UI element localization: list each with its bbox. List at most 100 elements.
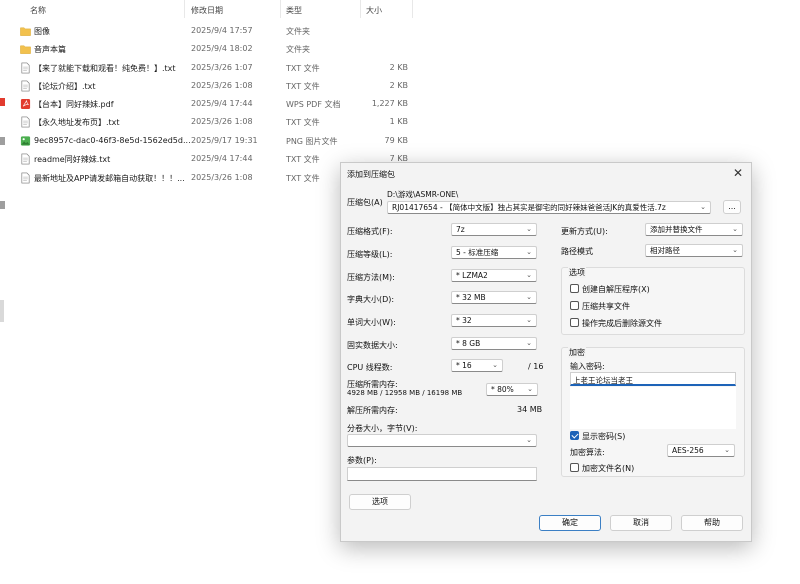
list-item[interactable]: 【台本】同好辣妹.pdf 2025/9/4 17:44 WPS PDF 文档 1… xyxy=(12,95,432,113)
params-input[interactable] xyxy=(347,467,537,481)
archive-name-combo[interactable]: RJ01417654 - 【简体中文版】独占其实是御宅的同好辣妹爸爸活JK的真爱… xyxy=(387,201,711,214)
method-select[interactable]: * LZMA2 ⌄ xyxy=(451,269,537,282)
column-divider[interactable] xyxy=(280,0,281,18)
chevron-down-icon: ⌄ xyxy=(526,271,532,279)
list-item[interactable]: 图像 2025/9/4 17:57 文件夹 xyxy=(12,22,432,40)
file-size: 1 KB xyxy=(389,117,408,126)
file-name: readme同好辣妹.txt xyxy=(34,155,111,164)
chevron-down-icon: ⌄ xyxy=(526,225,532,233)
encrypt-names-checkbox[interactable] xyxy=(570,463,579,472)
help-button[interactable]: 帮助 xyxy=(681,515,743,531)
mem-percent-select[interactable]: * 80% ⌄ xyxy=(486,383,538,396)
list-item[interactable]: 【论坛介绍】.txt 2025/3/26 1:08 TXT 文件 2 KB xyxy=(12,77,432,95)
nav-pane-scrollbar[interactable] xyxy=(0,300,4,322)
chevron-down-icon: ⌄ xyxy=(526,293,532,301)
nav-pane-icon xyxy=(0,201,5,209)
column-type[interactable]: 类型 xyxy=(286,5,302,16)
file-size: 2 KB xyxy=(389,63,408,72)
encryption-group: 加密 输入密码: 上老王论坛当老王 显示密码(S) 加密算法: AES-256 ⌄… xyxy=(561,347,745,477)
path-mode-label: 路径模式 xyxy=(561,247,593,256)
file-name: 【台本】同好辣妹.pdf xyxy=(34,100,114,109)
encryption-group-title: 加密 xyxy=(568,347,586,358)
sfx-label: 创建自解压程序(X) xyxy=(582,285,650,294)
level-label: 压缩等级(L): xyxy=(347,250,393,259)
method-label: 压缩方法(M): xyxy=(347,273,395,282)
mem-percent-value: * 80% xyxy=(491,385,514,394)
update-mode-select[interactable]: 添加并替换文件 ⌄ xyxy=(645,223,743,236)
list-item[interactable]: 【来了就能下载和观看！纯免费！】.txt 2025/3/26 1:07 TXT … xyxy=(12,59,432,77)
list-item[interactable]: 9ec8957c-dac0-46f3-8e5d-1562ed5d... 2025… xyxy=(12,132,432,150)
file-type: TXT 文件 xyxy=(286,64,320,73)
nav-pane-icon xyxy=(0,98,5,106)
file-date: 2025/9/4 18:02 xyxy=(191,44,253,53)
format-select[interactable]: 7z ⌄ xyxy=(451,223,537,236)
chevron-down-icon: ⌄ xyxy=(526,248,532,256)
show-password-label: 显示密码(S) xyxy=(582,432,626,441)
word-select[interactable]: * 32 ⌄ xyxy=(451,314,537,327)
ok-button[interactable]: 确定 xyxy=(539,515,601,531)
column-size[interactable]: 大小 xyxy=(366,5,382,16)
file-date: 2025/9/4 17:57 xyxy=(191,26,253,35)
file-date: 2025/3/26 1:07 xyxy=(191,63,253,72)
column-name[interactable]: 名称 xyxy=(30,5,46,16)
file-name: 图像 xyxy=(34,27,50,36)
path-mode-value: 相对路径 xyxy=(650,246,680,255)
image-file-icon xyxy=(20,136,31,146)
level-select[interactable]: 5 - 标准压缩 ⌄ xyxy=(451,246,537,259)
nav-pane-icon xyxy=(0,137,5,145)
sfx-checkbox[interactable] xyxy=(570,284,579,293)
list-item[interactable]: 【永久地址发布页】.txt 2025/3/26 1:08 TXT 文件 1 KB xyxy=(12,113,432,131)
cpu-label: CPU 线程数: xyxy=(347,363,393,372)
column-modified[interactable]: 修改日期 xyxy=(191,5,223,16)
file-date: 2025/3/26 1:08 xyxy=(191,173,253,182)
chevron-down-icon: ⌄ xyxy=(527,385,533,393)
browse-button[interactable]: ... xyxy=(723,200,741,214)
cpu-total: / 16 xyxy=(528,362,544,371)
column-divider[interactable] xyxy=(184,0,185,18)
chevron-down-icon: ⌄ xyxy=(724,446,730,454)
close-button[interactable]: ✕ xyxy=(729,164,747,182)
file-date: 2025/3/26 1:08 xyxy=(191,117,253,126)
close-icon: ✕ xyxy=(732,166,744,180)
shared-files-checkbox[interactable] xyxy=(570,301,579,310)
file-type: 文件夹 xyxy=(286,27,310,36)
column-divider[interactable] xyxy=(412,0,413,18)
solid-select[interactable]: * 8 GB ⌄ xyxy=(451,337,537,350)
file-type: PNG 图片文件 xyxy=(286,137,338,146)
password-value: 上老王论坛当老王 xyxy=(573,376,633,385)
folder-icon xyxy=(20,27,31,36)
archive-label: 压缩包(A) xyxy=(347,198,383,207)
delete-after-checkbox[interactable] xyxy=(570,318,579,327)
encryption-method-select[interactable]: AES-256 ⌄ xyxy=(667,444,735,457)
path-mode-select[interactable]: 相对路径 ⌄ xyxy=(645,244,743,257)
chevron-down-icon: ⌄ xyxy=(492,361,498,369)
options-button[interactable]: 选项 xyxy=(349,494,411,510)
password-input[interactable]: 上老王论坛当老王 xyxy=(570,372,736,386)
dict-value: * 32 MB xyxy=(456,293,486,302)
word-label: 单词大小(W): xyxy=(347,318,396,327)
file-size: 79 KB xyxy=(384,136,408,145)
dict-label: 字典大小(D): xyxy=(347,295,395,304)
password-area[interactable] xyxy=(570,387,736,429)
show-password-checkbox[interactable] xyxy=(570,431,579,440)
file-size: 1,227 KB xyxy=(371,99,408,108)
options-group: 选项 创建自解压程序(X) 压缩共享文件 操作完成后删除源文件 xyxy=(561,267,745,335)
mem-decompress-value: 34 MB xyxy=(517,405,543,414)
file-date: 2025/3/26 1:08 xyxy=(191,81,253,90)
file-type: TXT 文件 xyxy=(286,118,320,127)
pdf-file-icon xyxy=(20,98,31,110)
params-label: 参数(P): xyxy=(347,456,377,465)
split-select[interactable]: ⌄ xyxy=(347,434,537,447)
chevron-down-icon: ⌄ xyxy=(526,436,532,444)
text-file-icon xyxy=(21,62,30,74)
cpu-select[interactable]: * 16 ⌄ xyxy=(451,359,503,372)
mem-decompress-label: 解压所需内存: xyxy=(347,406,398,415)
column-divider[interactable] xyxy=(360,0,361,18)
split-label: 分卷大小，字节(V): xyxy=(347,424,418,433)
file-type: TXT 文件 xyxy=(286,82,320,91)
list-item[interactable]: 音声本篇 2025/9/4 18:02 文件夹 xyxy=(12,40,432,58)
file-name: 音声本篇 xyxy=(34,45,66,54)
dict-select[interactable]: * 32 MB ⌄ xyxy=(451,291,537,304)
file-date: 2025/9/17 19:31 xyxy=(191,136,258,145)
cancel-button[interactable]: 取消 xyxy=(610,515,672,531)
